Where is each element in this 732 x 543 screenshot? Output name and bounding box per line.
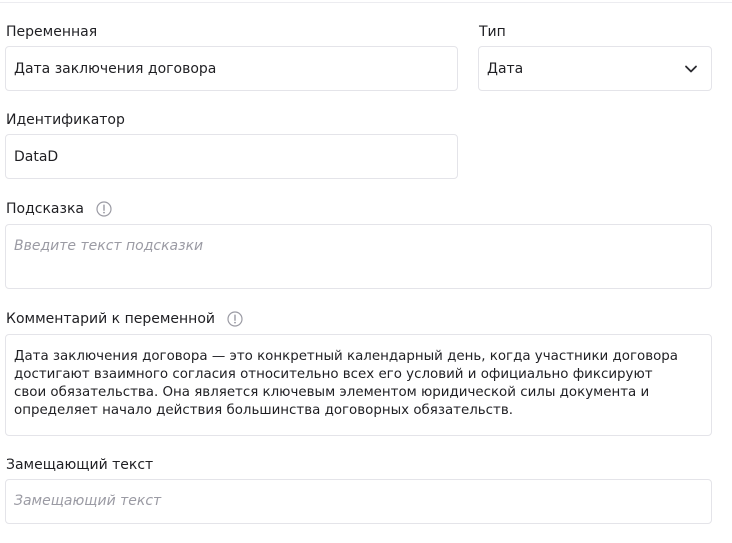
hint-textarea[interactable]: Введите текст подсказки — [5, 224, 712, 289]
info-icon[interactable] — [227, 311, 243, 327]
replacement-text-placeholder: Замещающий текст — [14, 493, 162, 509]
type-select-value: Дата — [487, 61, 524, 77]
variable-name-field[interactable]: Дата заключения договора — [5, 46, 458, 91]
replacement-text-field[interactable]: Замещающий текст — [5, 479, 712, 524]
hint-label: Подсказка — [6, 200, 112, 218]
identifier-label: Идентификатор — [6, 111, 125, 129]
comment-label-text: Комментарий к переменной — [6, 311, 215, 327]
hint-label-text: Подсказка — [6, 201, 84, 217]
replacement-text-label: Замещающий текст — [6, 456, 153, 474]
type-select[interactable]: Дата — [478, 46, 712, 91]
info-icon[interactable] — [96, 201, 112, 217]
identifier-field[interactable]: DataD — [5, 134, 458, 179]
comment-textarea[interactable]: Дата заключения договора — это конкретны… — [5, 334, 712, 436]
variable-label: Переменная — [6, 23, 97, 41]
identifier-label-text: Идентификатор — [6, 112, 125, 128]
hint-placeholder: Введите текст подсказки — [14, 238, 204, 254]
top-divider — [0, 2, 732, 3]
comment-value: Дата заключения договора — это конкретны… — [14, 349, 678, 418]
replacement-text-label-text: Замещающий текст — [6, 457, 154, 473]
chevron-down-icon[interactable] — [684, 64, 698, 74]
comment-label: Комментарий к переменной — [6, 310, 243, 328]
identifier-value: DataD — [14, 149, 59, 165]
variable-label-text: Переменная — [6, 24, 98, 40]
variable-name-value: Дата заключения договора — [14, 61, 217, 77]
type-label: Тип — [479, 23, 506, 41]
type-label-text: Тип — [479, 24, 506, 40]
variable-settings-form: Переменная Дата заключения договора Тип … — [0, 0, 732, 543]
